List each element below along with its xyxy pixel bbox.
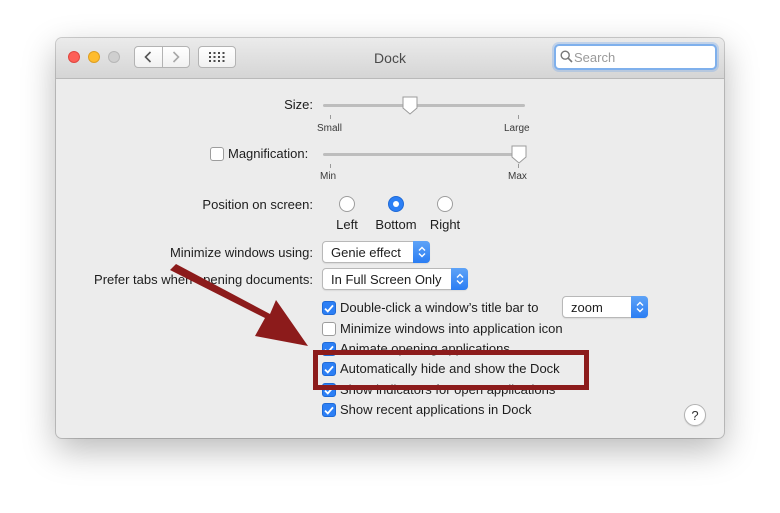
search-input[interactable] (574, 48, 712, 66)
up-down-icon (451, 268, 468, 290)
minimize-label: Minimize windows using: (169, 245, 313, 260)
magnification-label: Magnification: (228, 146, 309, 161)
position-radio-left[interactable] (339, 196, 355, 212)
search-icon (560, 50, 573, 63)
size-slider-thumb[interactable] (401, 96, 419, 116)
double-click-title-bar-label: Double-click a window’s title bar to (340, 300, 539, 315)
magnification-checkbox[interactable] (210, 147, 224, 161)
annotation-highlight-box (313, 350, 589, 390)
annotation-arrow-icon (170, 264, 308, 346)
position-label: Position on screen: (202, 197, 313, 212)
show-recent-apps-label: Show recent applications in Dock (340, 402, 532, 417)
minimize-effect-value: Genie effect (331, 245, 401, 260)
up-down-icon (413, 241, 430, 263)
show-recent-apps-checkbox[interactable] (322, 403, 336, 417)
search-field[interactable] (554, 44, 717, 70)
size-min-label: Small (317, 123, 343, 134)
up-down-icon (631, 296, 648, 318)
size-max-label: Large (504, 123, 530, 134)
size-slider-track[interactable] (323, 104, 525, 107)
double-click-action-popup[interactable]: zoom (562, 296, 648, 318)
double-click-title-bar-checkbox[interactable] (322, 301, 336, 315)
position-radio-bottom[interactable] (388, 196, 404, 212)
position-option-bottom[interactable]: Bottom (368, 217, 424, 232)
size-tick-min (330, 115, 331, 119)
position-radio-right[interactable] (437, 196, 453, 212)
minimize-into-app-icon-checkbox[interactable] (322, 322, 336, 336)
position-option-left[interactable]: Left (326, 217, 368, 232)
position-option-right[interactable]: Right (424, 217, 466, 232)
prefer-tabs-value: In Full Screen Only (331, 272, 442, 287)
size-tick-max (518, 115, 519, 119)
title-bar: Dock (56, 38, 724, 79)
magnification-slider-thumb[interactable] (510, 145, 528, 165)
size-label: Size: (284, 97, 313, 112)
magnification-min-label: Min (320, 171, 337, 182)
minimize-into-app-icon-label: Minimize windows into application icon (340, 321, 563, 336)
prefer-tabs-popup[interactable]: In Full Screen Only (322, 268, 468, 290)
magnification-slider-track[interactable] (323, 153, 525, 156)
help-button[interactable]: ? (684, 404, 706, 426)
magnification-tick-min (330, 164, 331, 168)
magnification-max-label: Max (508, 171, 527, 182)
double-click-action-value: zoom (571, 300, 603, 315)
minimize-effect-popup[interactable]: Genie effect (322, 241, 430, 263)
